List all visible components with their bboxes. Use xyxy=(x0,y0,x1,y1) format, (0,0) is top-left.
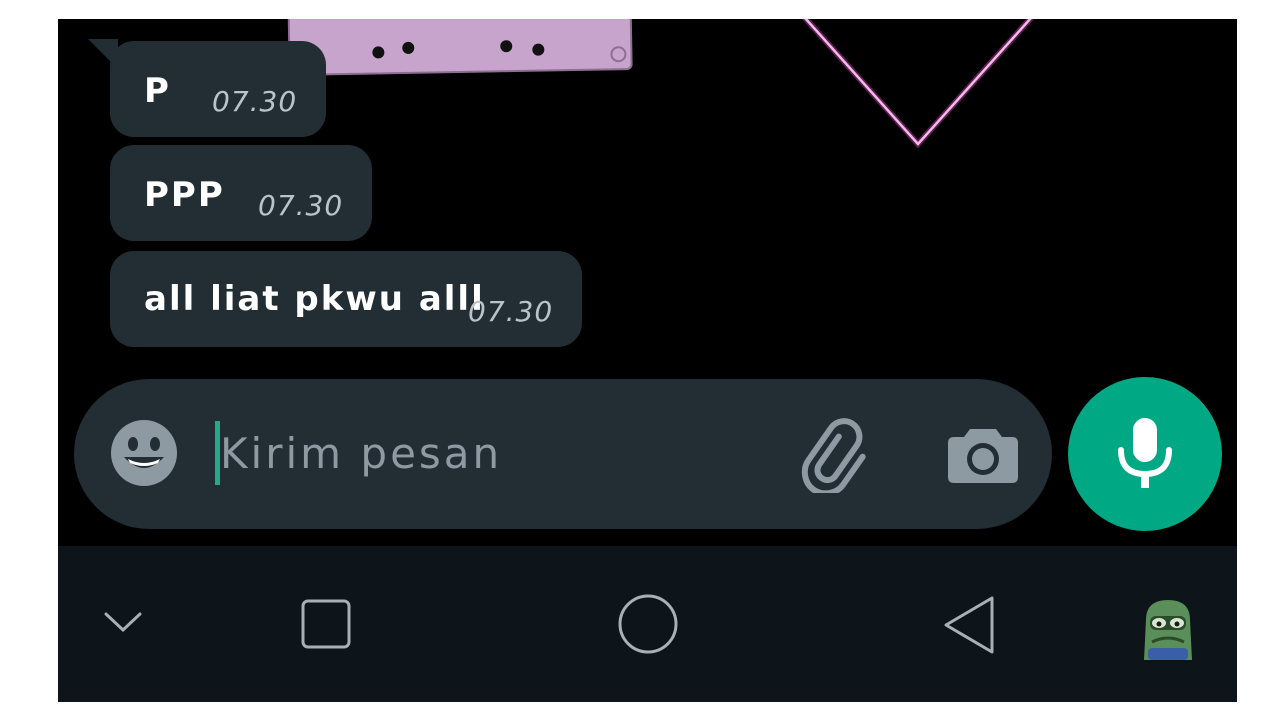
message-input[interactable] xyxy=(220,415,780,491)
message-bubble[interactable]: P 07.30 xyxy=(88,39,326,137)
chevron-down-icon[interactable] xyxy=(102,608,144,642)
record-voice-button[interactable] xyxy=(1068,377,1222,531)
message-time: 07.30 xyxy=(468,295,554,328)
message-composer xyxy=(74,379,1052,529)
message-text: all liat pkwu alll xyxy=(144,279,485,319)
circle-icon[interactable] xyxy=(616,592,680,660)
message-text: P xyxy=(144,71,171,111)
bubble-tail xyxy=(88,39,118,69)
square-icon[interactable] xyxy=(300,598,352,654)
message-time: 07.30 xyxy=(258,189,344,222)
message-text: PPP xyxy=(144,175,225,215)
message-time: 07.30 xyxy=(212,85,298,118)
microphone-icon xyxy=(1118,418,1172,488)
message-bubble[interactable]: PPP 07.30 xyxy=(110,145,372,241)
paperclip-icon[interactable] xyxy=(800,417,876,497)
frog-sticker-icon[interactable] xyxy=(1140,596,1196,670)
message-bubble[interactable]: all liat pkwu alll 07.30 xyxy=(110,251,582,347)
wallpaper-neon-heart-graphic xyxy=(801,19,1035,149)
system-navigation-bar xyxy=(58,546,1237,702)
camera-icon[interactable] xyxy=(946,417,1020,491)
chat-screen: P 07.30 PPP 07.30 all liat pkwu alll 07.… xyxy=(58,19,1237,702)
smiley-icon[interactable] xyxy=(108,417,180,489)
wallpaper-cassette-graphic xyxy=(287,19,633,76)
triangle-back-icon[interactable] xyxy=(940,594,1000,660)
